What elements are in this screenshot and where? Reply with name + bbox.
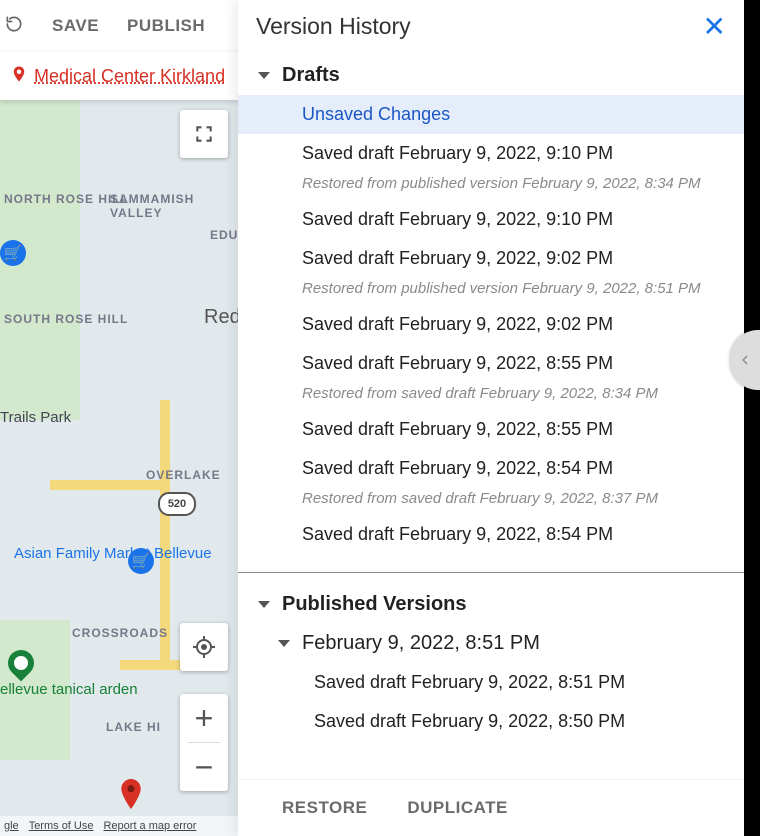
draft-restore-note: Restored from published version February… bbox=[238, 278, 744, 305]
map-attr-report[interactable]: Report a map error bbox=[103, 820, 196, 832]
close-button[interactable]: ✕ bbox=[703, 10, 726, 43]
draft-restore-note: Restored from published version February… bbox=[238, 173, 744, 200]
fullscreen-button[interactable] bbox=[180, 110, 228, 158]
panel-body[interactable]: Drafts Unsaved ChangesSaved draft Februa… bbox=[238, 52, 744, 836]
draft-row[interactable]: Saved draft February 9, 2022, 8:55 PM bbox=[238, 344, 744, 383]
publish-button[interactable]: PUBLISH bbox=[127, 16, 205, 36]
location-pin-icon bbox=[10, 65, 28, 88]
map-pin-red[interactable] bbox=[120, 779, 142, 814]
drafts-section-header[interactable]: Drafts bbox=[238, 52, 744, 95]
locate-me-button[interactable] bbox=[180, 623, 228, 671]
map-pin-store[interactable]: 🛒 bbox=[0, 240, 26, 266]
zoom-control: + − bbox=[180, 694, 228, 791]
map-pin-store[interactable]: 🛒 bbox=[128, 548, 154, 574]
zoom-in-button[interactable]: + bbox=[180, 694, 228, 742]
map-attr-terms[interactable]: Terms of Use bbox=[29, 820, 94, 832]
draft-row[interactable]: Unsaved Changes bbox=[238, 95, 744, 134]
location-name: Medical Center Kirkland bbox=[34, 66, 225, 87]
draft-restore-note: Restored from saved draft February 9, 20… bbox=[238, 488, 744, 515]
letterbox-right bbox=[744, 0, 760, 836]
chevron-down-icon bbox=[258, 601, 270, 608]
restore-button[interactable]: RESTORE bbox=[282, 798, 367, 818]
draft-row[interactable]: Saved draft February 9, 2022, 8:54 PM bbox=[238, 449, 744, 488]
duplicate-button[interactable]: DUPLICATE bbox=[407, 798, 508, 818]
map-poi[interactable]: Asian Family Market Bellevue bbox=[14, 546, 212, 563]
draft-row[interactable]: Saved draft February 9, 2022, 9:10 PM bbox=[238, 134, 744, 173]
panel-title: Version History bbox=[256, 13, 411, 40]
draft-row[interactable]: Saved draft February 9, 2022, 9:02 PM bbox=[238, 305, 744, 344]
chevron-down-icon bbox=[278, 640, 290, 647]
save-button[interactable]: SAVE bbox=[52, 16, 99, 36]
zoom-out-button[interactable]: − bbox=[180, 743, 228, 791]
map-label: EDU bbox=[210, 228, 238, 242]
map-label: Trails Park bbox=[0, 410, 71, 427]
published-group-header[interactable]: February 9, 2022, 8:51 PM bbox=[238, 624, 744, 663]
panel-header: Version History ✕ bbox=[238, 0, 744, 52]
map-label: SAMMAMISH VALLEY bbox=[110, 192, 238, 220]
chevron-down-icon bbox=[258, 72, 270, 79]
map-label: Redn bbox=[204, 306, 238, 328]
draft-row[interactable]: Saved draft February 9, 2022, 9:10 PM bbox=[238, 200, 744, 239]
location-chip[interactable]: Medical Center Kirkland bbox=[0, 52, 248, 100]
map-attribution: gle Terms of Use Report a map error bbox=[0, 816, 238, 836]
version-history-panel: Version History ✕ Drafts Unsaved Changes… bbox=[238, 0, 744, 836]
map-label: LAKE HI bbox=[106, 720, 161, 734]
editor-toolbar: SAVE PUBLISH bbox=[0, 0, 242, 52]
published-section-header[interactable]: Published Versions bbox=[238, 581, 744, 624]
draft-row[interactable]: Saved draft February 9, 2022, 8:54 PM bbox=[238, 515, 744, 554]
draft-restore-note: Restored from saved draft February 9, 20… bbox=[238, 383, 744, 410]
map-poi[interactable]: ellevue tanical arden bbox=[0, 682, 138, 699]
section-divider bbox=[238, 572, 744, 573]
published-group-label: February 9, 2022, 8:51 PM bbox=[302, 632, 540, 655]
map-label: CROSSROADS bbox=[72, 626, 168, 640]
panel-footer: RESTORE DUPLICATE bbox=[238, 779, 744, 836]
map-canvas[interactable]: NORTH ROSE HILL SAMMAMISH VALLEY EDU SOU… bbox=[0, 100, 238, 836]
published-heading: Published Versions bbox=[282, 593, 467, 616]
map-attr-google[interactable]: gle bbox=[4, 820, 19, 832]
hwy-badge: 520 bbox=[158, 492, 196, 516]
draft-row[interactable]: Saved draft February 9, 2022, 9:02 PM bbox=[238, 239, 744, 278]
draft-row[interactable]: Saved draft February 9, 2022, 8:55 PM bbox=[238, 410, 744, 449]
published-row[interactable]: Saved draft February 9, 2022, 8:51 PM bbox=[238, 663, 744, 702]
drafts-heading: Drafts bbox=[282, 64, 340, 87]
published-row[interactable]: Saved draft February 9, 2022, 8:50 PM bbox=[238, 702, 744, 741]
redo-icon[interactable] bbox=[4, 14, 24, 39]
map-label: OVERLAKE bbox=[146, 468, 221, 482]
map-label: SOUTH ROSE HILL bbox=[4, 312, 128, 326]
